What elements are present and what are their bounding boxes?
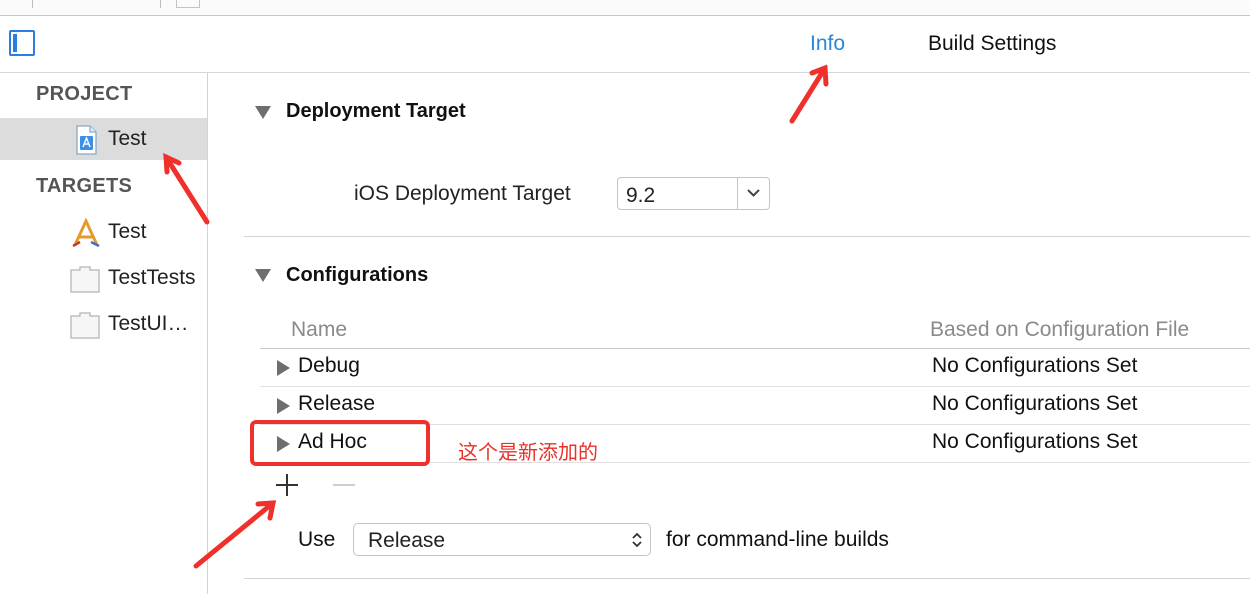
sidebar-item-project-test[interactable]: Test bbox=[0, 118, 207, 160]
tab-build-settings[interactable]: Build Settings bbox=[928, 32, 1056, 56]
project-navigator: PROJECT Test TARGETS Test TestTests Test… bbox=[0, 73, 208, 594]
annotation-text: 这个是新添加的 bbox=[458, 440, 598, 464]
chevron-down-icon bbox=[747, 189, 760, 197]
add-configuration-button[interactable] bbox=[276, 474, 298, 496]
up-down-chevron-icon bbox=[632, 532, 642, 548]
toolbar-button-fragment[interactable] bbox=[176, 0, 200, 8]
configurations-section-title: Configurations bbox=[286, 264, 429, 286]
sidebar-item-target-testui[interactable]: TestUI… bbox=[0, 303, 207, 345]
sidebar-item-label: Test bbox=[108, 220, 147, 243]
config-name: Debug bbox=[298, 354, 360, 377]
sidebar-toggle-icon[interactable] bbox=[9, 30, 35, 56]
project-file-icon bbox=[76, 125, 97, 155]
config-name: Release bbox=[298, 392, 376, 415]
sidebar-item-target-test[interactable]: Test bbox=[0, 211, 207, 253]
collapse-triangle-icon[interactable] bbox=[255, 106, 271, 119]
expand-triangle-icon[interactable] bbox=[277, 360, 290, 376]
sidebar-item-label: Test bbox=[108, 127, 147, 150]
toolbar-separator bbox=[32, 0, 33, 8]
deployment-target-value[interactable]: 9.2 bbox=[626, 184, 655, 208]
collapse-triangle-icon[interactable] bbox=[255, 269, 271, 282]
column-header-name[interactable]: Name bbox=[291, 318, 347, 342]
sidebar-item-label: TestTests bbox=[108, 266, 196, 289]
window-top-strip bbox=[0, 0, 1250, 16]
remove-configuration-button[interactable] bbox=[333, 484, 355, 486]
section-divider bbox=[244, 236, 1250, 237]
config-based-on[interactable]: No Configurations Set bbox=[932, 354, 1137, 378]
combobox-dropdown-button[interactable] bbox=[737, 178, 769, 209]
popup-selected-value: Release bbox=[368, 529, 446, 552]
config-based-on[interactable]: No Configurations Set bbox=[932, 430, 1137, 454]
config-based-on[interactable]: No Configurations Set bbox=[932, 392, 1137, 416]
expand-triangle-icon[interactable] bbox=[277, 398, 290, 414]
project-section-header: PROJECT bbox=[36, 83, 133, 105]
test-bundle-icon bbox=[70, 266, 100, 293]
app-target-icon bbox=[72, 218, 100, 248]
annotation-arrow-icon bbox=[789, 64, 829, 124]
command-line-builds-label: for command-line builds bbox=[666, 528, 889, 551]
sidebar-item-target-testtests[interactable]: TestTests bbox=[0, 257, 207, 299]
column-header-based-on[interactable]: Based on Configuration File bbox=[930, 318, 1189, 342]
toolbar-separator bbox=[160, 0, 161, 8]
section-divider bbox=[244, 578, 1250, 579]
command-line-config-popup[interactable]: Release bbox=[353, 523, 651, 556]
sidebar-item-label: TestUI… bbox=[108, 312, 189, 335]
table-row-debug[interactable]: Debug No Configurations Set bbox=[260, 349, 1250, 387]
test-bundle-icon bbox=[70, 312, 100, 339]
annotation-highlight-box bbox=[250, 420, 430, 466]
use-label: Use bbox=[298, 528, 336, 551]
targets-section-header: TARGETS bbox=[36, 175, 133, 197]
tab-info[interactable]: Info bbox=[810, 32, 845, 56]
deployment-target-label: iOS Deployment Target bbox=[354, 182, 571, 205]
deployment-section-title: Deployment Target bbox=[286, 100, 466, 122]
deployment-target-combobox[interactable]: 9.2 bbox=[617, 177, 770, 210]
editor-header: Info Build Settings bbox=[0, 16, 1250, 73]
